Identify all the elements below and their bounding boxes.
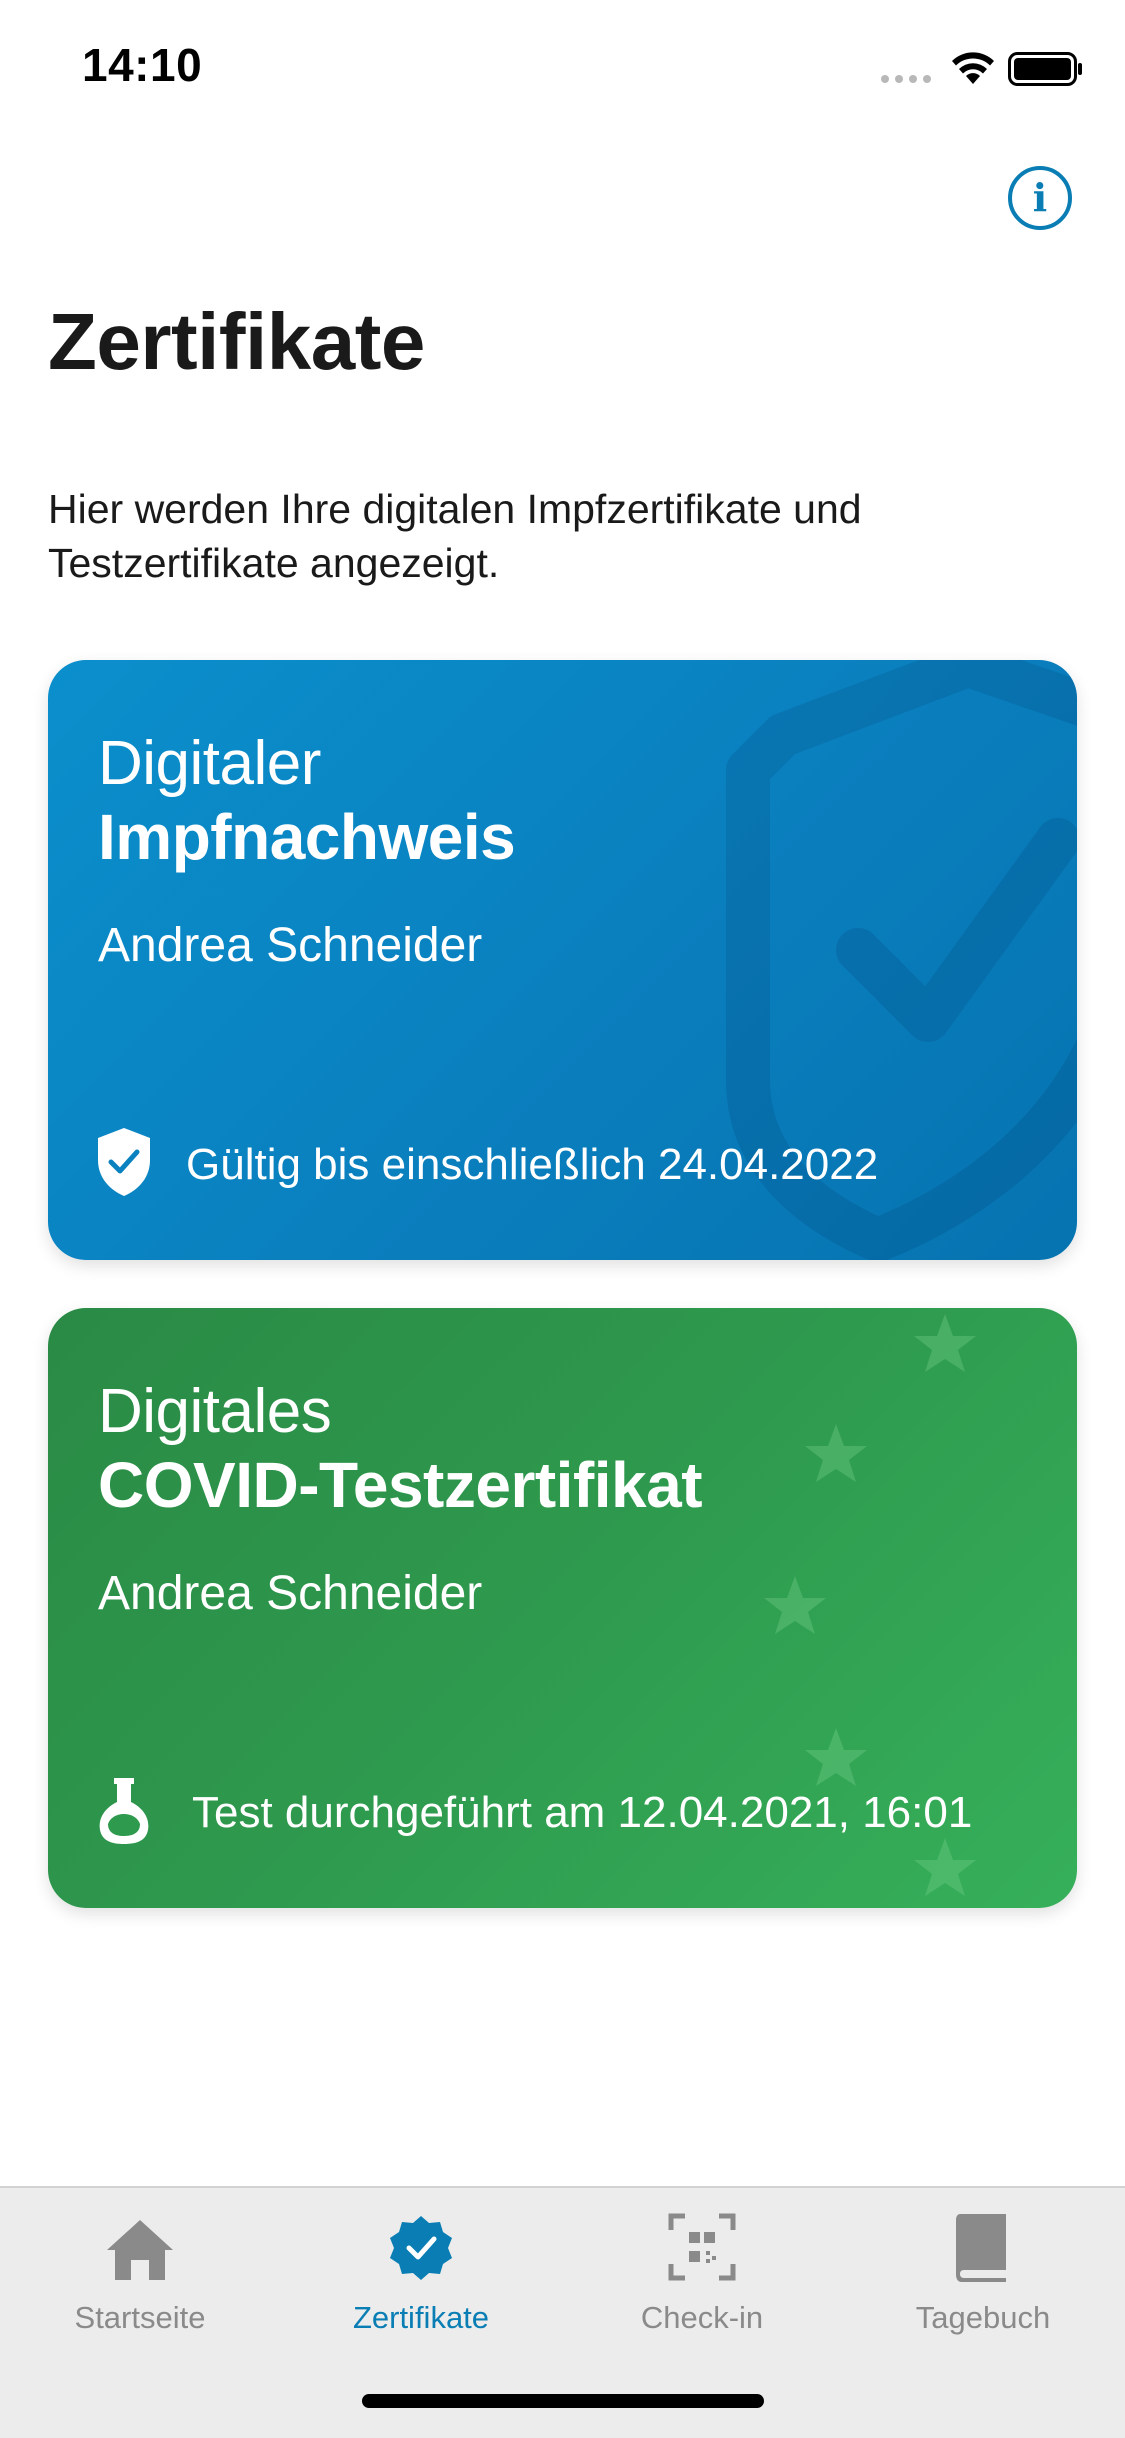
cellular-signal-icon [881,75,931,83]
qr-scan-icon [668,2213,736,2281]
card-holder-name: Andrea Schneider [98,919,483,972]
tab-tagebuch[interactable]: Tagebuch [843,2210,1123,2350]
status-bar: 14:10 [0,0,1125,140]
book-icon [956,2214,1006,2282]
tab-startseite[interactable]: Startseite [0,2210,280,2350]
certificate-badge-icon [390,2216,452,2280]
card-title: COVID-Testzertifikat [98,1449,703,1521]
home-indicator[interactable] [362,2394,764,2408]
tab-label: Check-in [640,2300,764,2335]
home-icon [107,2220,173,2280]
page-description: Hier werden Ihre digitalen Impfzertifika… [48,486,862,586]
test-certificate-card[interactable]: Digitales COVID-Testzertifikat Andrea Sc… [48,1308,1077,1908]
vaccination-certificate-card[interactable]: Digitaler Impfnachweis Andrea Schneider … [48,660,1077,1260]
tab-label: Startseite [74,2300,206,2335]
tab-label: Tagebuch [915,2300,1051,2335]
card-subtitle: Digitales [98,1377,332,1446]
shield-check-icon [98,1128,150,1196]
page-title: Zertifikate [48,297,425,386]
tab-check-in[interactable]: Check-in [562,2210,842,2350]
tab-label: Zertifikate [352,2300,490,2335]
card-title: Impfnachweis [98,801,516,873]
wifi-icon [952,52,994,84]
battery-icon [1008,52,1082,86]
status-time: 14:10 [82,39,203,91]
flask-icon [99,1778,149,1844]
info-button[interactable]: i [1008,166,1072,230]
card-holder-name: Andrea Schneider [98,1567,483,1620]
test-date-status-text: Test durchgeführt am 12.04.2021, 16:01 [192,1788,973,1837]
tab-zertifikate[interactable]: Zertifikate [281,2210,561,2350]
card-subtitle: Digitaler [98,729,321,798]
validity-status-text: Gültig bis einschließlich 24.04.2022 [186,1140,879,1189]
info-icon: i [1032,175,1048,220]
